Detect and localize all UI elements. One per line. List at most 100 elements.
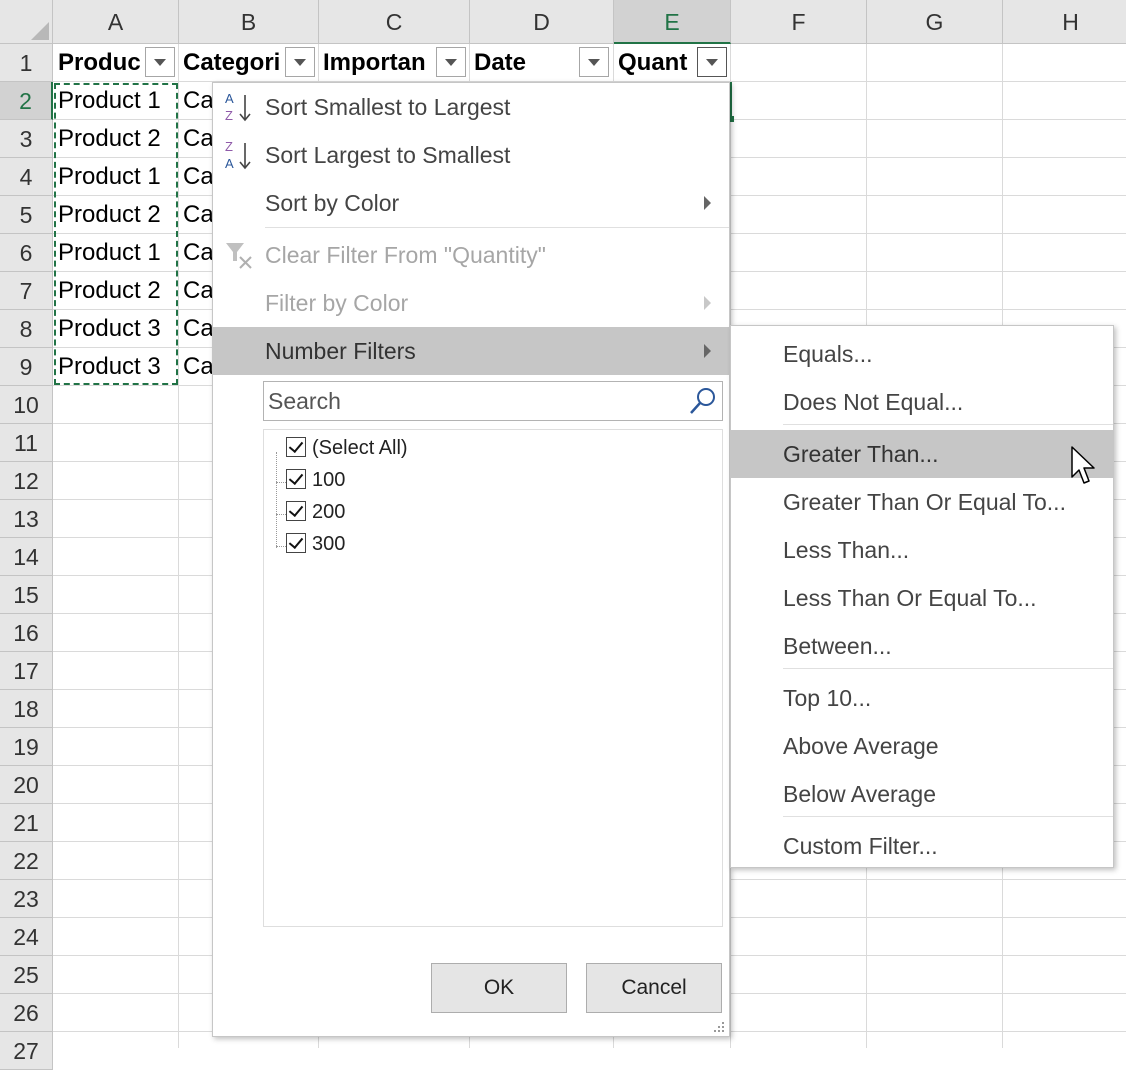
column-header-h[interactable]: H (1003, 0, 1126, 44)
filter-dropdown-button-active[interactable] (697, 47, 727, 77)
row-header[interactable]: 21 (0, 804, 53, 842)
row-header[interactable]: 3 (0, 120, 53, 158)
ok-button[interactable]: OK (431, 963, 567, 1013)
header-cell-importance[interactable]: Importan (318, 44, 436, 82)
column-header-b[interactable]: B (179, 0, 319, 44)
filter-value-label: 200 (312, 501, 346, 523)
filter-dropdown-button[interactable] (436, 47, 466, 77)
row-header[interactable]: 23 (0, 880, 53, 918)
row-header[interactable]: 19 (0, 728, 53, 766)
checkbox-checked[interactable] (286, 437, 306, 457)
clear-filter-item[interactable]: Clear Filter From "Quantity" (213, 231, 729, 279)
row-header[interactable]: 16 (0, 614, 53, 652)
menu-separator (783, 668, 1113, 669)
row-header[interactable]: 20 (0, 766, 53, 804)
menu-separator (783, 816, 1113, 817)
sort-by-color-item[interactable]: Sort by Color (213, 179, 729, 227)
equals-item[interactable]: Equals... (731, 330, 1113, 378)
tree-line (276, 514, 286, 515)
row-header[interactable]: 2 (0, 82, 53, 120)
between-item[interactable]: Between... (731, 622, 1113, 670)
cell-b[interactable]: Ca (178, 348, 212, 386)
column-header-g[interactable]: G (867, 0, 1003, 44)
row-header[interactable]: 15 (0, 576, 53, 614)
checkbox-checked[interactable] (286, 469, 306, 489)
does-not-equal-item[interactable]: Does Not Equal... (731, 378, 1113, 426)
filter-dropdown-button[interactable] (579, 47, 609, 77)
filter-by-color-item[interactable]: Filter by Color (213, 279, 729, 327)
cell-b[interactable]: Ca (178, 234, 212, 272)
row-header[interactable]: 12 (0, 462, 53, 500)
row-header[interactable]: 6 (0, 234, 53, 272)
row-header[interactable]: 8 (0, 310, 53, 348)
header-cell-date[interactable]: Date (469, 44, 579, 82)
row-header[interactable]: 1 (0, 44, 53, 82)
column-header-a[interactable]: A (53, 0, 179, 44)
tree-line (276, 546, 286, 547)
checkbox-checked[interactable] (286, 533, 306, 553)
cell-b[interactable]: Ca (178, 196, 212, 234)
greater-than-or-equal-item[interactable]: Greater Than Or Equal To... (731, 478, 1113, 526)
row-header[interactable]: 17 (0, 652, 53, 690)
column-header-d[interactable]: D (470, 0, 614, 44)
row-header[interactable]: 4 (0, 158, 53, 196)
row-header[interactable]: 18 (0, 690, 53, 728)
submenu-arrow-icon (704, 344, 711, 358)
sort-descending-item[interactable]: Z A Sort Largest to Smallest (213, 131, 729, 179)
filter-search-input[interactable] (266, 387, 680, 416)
row-header[interactable]: 24 (0, 918, 53, 956)
sort-ascending-icon: A Z (225, 91, 251, 123)
row-header[interactable]: 9 (0, 348, 53, 386)
column-header-e[interactable]: E (614, 0, 731, 44)
header-cell-category[interactable]: Categori (178, 44, 285, 82)
row-header[interactable]: 14 (0, 538, 53, 576)
column-header-f[interactable]: F (731, 0, 867, 44)
filter-search-box[interactable] (263, 381, 723, 421)
below-average-item[interactable]: Below Average (731, 770, 1113, 818)
sort-ascending-label: Sort Smallest to Largest (265, 94, 511, 120)
cancel-button[interactable]: Cancel (586, 963, 722, 1013)
clear-filter-icon (226, 243, 252, 269)
row-header[interactable]: 13 (0, 500, 53, 538)
filter-by-color-label: Filter by Color (265, 290, 409, 316)
top-10-item[interactable]: Top 10... (731, 674, 1113, 722)
custom-filter-item[interactable]: Custom Filter... (731, 822, 1113, 870)
row-header[interactable]: 5 (0, 196, 53, 234)
sort-descending-label: Sort Largest to Smallest (265, 142, 511, 168)
column-header-c[interactable]: C (319, 0, 470, 44)
cell-b[interactable]: Ca (178, 310, 212, 348)
greater-than-item[interactable]: Greater Than... (731, 430, 1113, 478)
cell-b[interactable]: Ca (178, 120, 212, 158)
search-icon (690, 388, 715, 414)
row-header[interactable]: 22 (0, 842, 53, 880)
filter-values-list[interactable]: (Select All) 100 200 300 (263, 429, 723, 927)
filter-value-label: 100 (312, 469, 346, 491)
tree-line (276, 452, 277, 548)
header-cell-product[interactable]: Produc (53, 44, 145, 82)
row-header[interactable]: 7 (0, 272, 53, 310)
less-than-item[interactable]: Less Than... (731, 526, 1113, 574)
row-header[interactable]: 10 (0, 386, 53, 424)
cell-b[interactable]: Ca (178, 158, 212, 196)
checkbox-checked[interactable] (286, 501, 306, 521)
top-10-label: Top 10... (783, 685, 872, 711)
submenu-arrow-icon (704, 196, 711, 210)
autofilter-menu[interactable]: A Z Sort Smallest to Largest Z A Sort La… (212, 82, 730, 1037)
select-all-corner[interactable] (0, 0, 53, 44)
sort-ascending-item[interactable]: A Z Sort Smallest to Largest (213, 83, 729, 131)
cell-b[interactable]: Ca (178, 272, 212, 310)
row-header[interactable]: 25 (0, 956, 53, 994)
row-header[interactable]: 26 (0, 994, 53, 1032)
header-cell-quantity[interactable]: Quant (613, 44, 697, 82)
filter-dropdown-button[interactable] (285, 47, 315, 77)
less-than-or-equal-item[interactable]: Less Than Or Equal To... (731, 574, 1113, 622)
menu-separator (265, 227, 729, 228)
number-filters-item[interactable]: Number Filters (213, 327, 729, 375)
row-header[interactable]: 27 (0, 1032, 53, 1070)
above-average-item[interactable]: Above Average (731, 722, 1113, 770)
number-filters-submenu[interactable]: Equals... Does Not Equal... Greater Than… (730, 325, 1114, 868)
resize-grip-icon[interactable] (713, 1021, 725, 1033)
row-header[interactable]: 11 (0, 424, 53, 462)
filter-dropdown-button[interactable] (145, 47, 175, 77)
cell-b[interactable]: Ca (178, 82, 212, 120)
